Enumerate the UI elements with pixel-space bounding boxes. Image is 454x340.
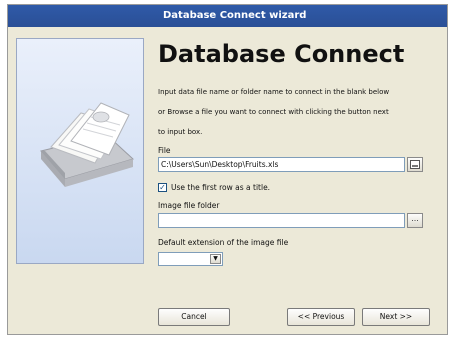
previous-button[interactable]: << Previous xyxy=(287,308,355,326)
first-row-title-checkbox[interactable]: ✓ xyxy=(158,183,167,192)
page-title: Database Connect xyxy=(158,40,405,68)
file-label: File xyxy=(158,146,171,155)
file-browse-button[interactable] xyxy=(407,157,423,172)
first-row-title-label: Use the first row as a title. xyxy=(171,183,271,192)
chevron-down-icon[interactable]: ▼ xyxy=(210,254,221,264)
wizard-illustration-panel xyxy=(16,38,144,264)
cancel-button[interactable]: Cancel xyxy=(158,308,230,326)
instructions-line-3: to input box. xyxy=(158,128,203,136)
window-title: Database Connect wizard xyxy=(8,5,447,27)
image-extension-label: Default extension of the image file xyxy=(158,238,289,247)
image-folder-browse-button[interactable]: ... xyxy=(407,213,423,228)
card-file-icon xyxy=(40,102,134,187)
instructions-text: Input data file name or folder name to c… xyxy=(158,82,434,142)
image-extension-select[interactable]: ▼ xyxy=(158,252,223,266)
image-folder-label: Image file folder xyxy=(158,201,220,210)
instructions-line-1: Input data file name or folder name to c… xyxy=(158,88,390,96)
next-button[interactable]: Next >> xyxy=(362,308,430,326)
image-folder-input[interactable] xyxy=(158,213,405,228)
browse-file-icon xyxy=(410,160,420,169)
file-path-input[interactable]: C:\Users\Sun\Desktop\Fruits.xls xyxy=(158,157,405,172)
instructions-line-2: or Browse a file you want to connect wit… xyxy=(158,108,389,116)
